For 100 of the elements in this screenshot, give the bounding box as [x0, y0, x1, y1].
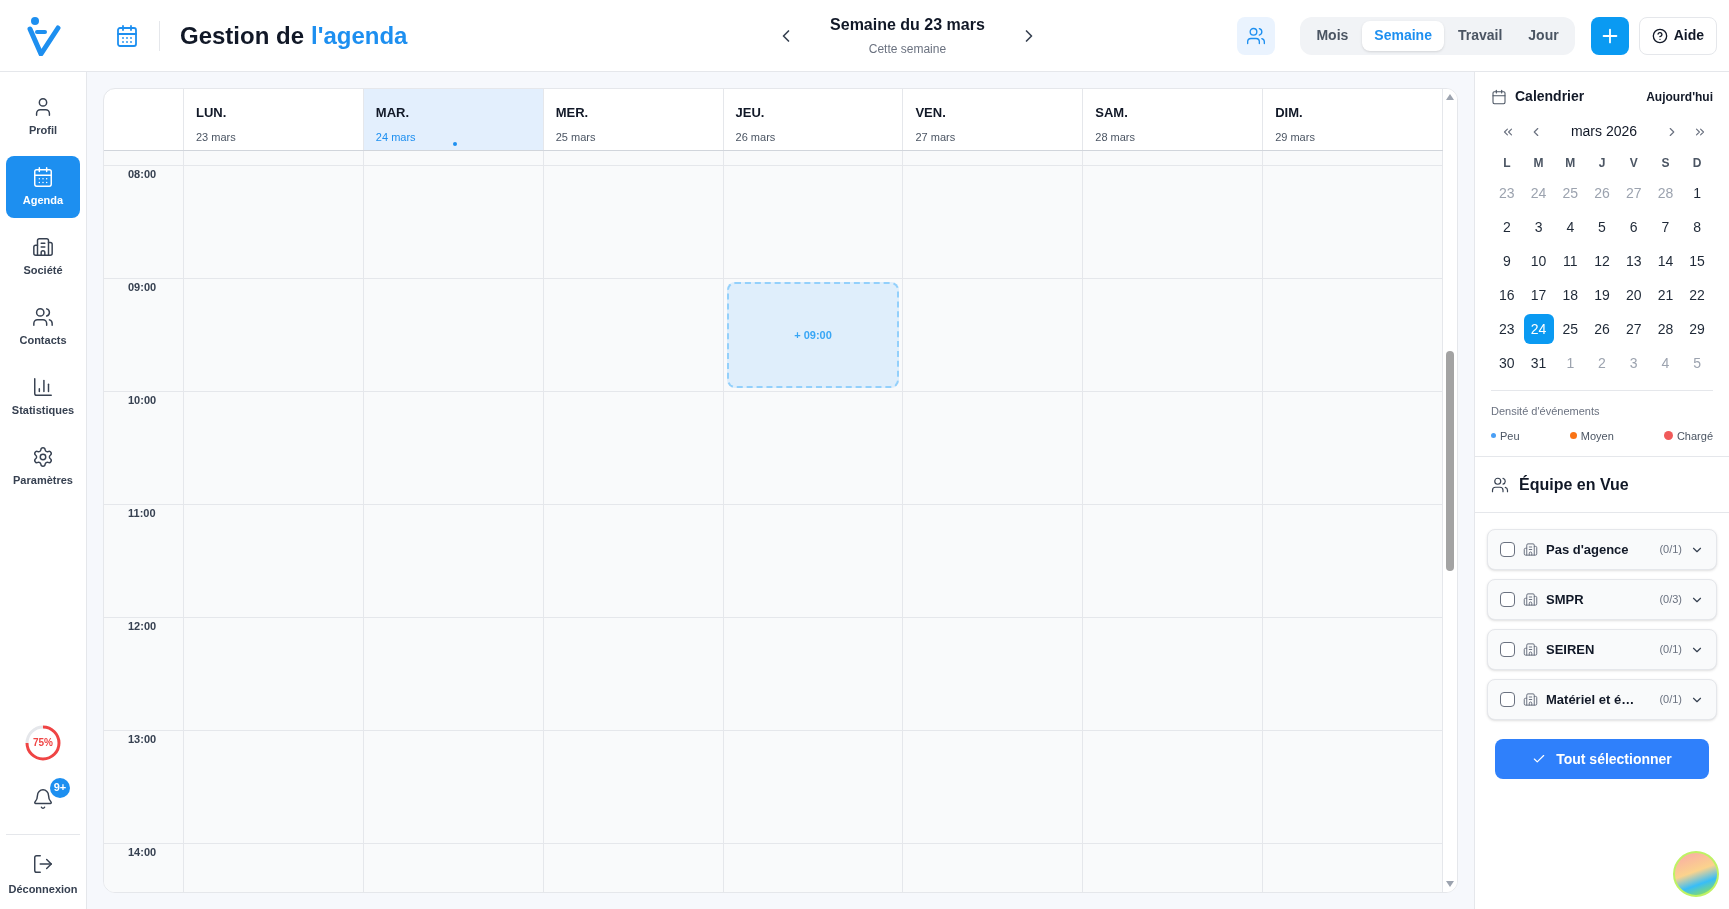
team-view-button[interactable]	[1237, 16, 1276, 55]
group-count: (0/3)	[1659, 592, 1682, 608]
scrollbar[interactable]	[1443, 89, 1457, 892]
checkbox[interactable]	[1500, 692, 1515, 707]
calendar-icon	[1491, 88, 1507, 105]
day-header[interactable]: SAM. 28 mars	[1083, 89, 1264, 150]
sidebar-item[interactable]: Contacts	[6, 296, 80, 358]
page-title: Gestion de	[180, 20, 305, 51]
date-cell[interactable]: 21	[1650, 280, 1681, 310]
view-tab[interactable]: Jour	[1516, 20, 1571, 51]
mini-calendar-title: Calendrier	[1515, 87, 1585, 106]
building-icon	[32, 235, 54, 258]
building-icon	[1523, 542, 1538, 557]
date-cell[interactable]: 4	[1555, 212, 1586, 242]
hour-label: 11:00	[128, 507, 156, 519]
select-all-button[interactable]: Tout sélectionner	[1495, 739, 1709, 779]
group-count: (0/1)	[1659, 692, 1682, 708]
date-cell[interactable]: 17	[1523, 280, 1554, 310]
team-group[interactable]: SMPR (0/3)	[1487, 579, 1717, 620]
page-title-highlight: l'agenda	[311, 20, 408, 51]
calendar-icon	[115, 23, 139, 48]
date-cell[interactable]: 2	[1491, 212, 1522, 242]
scroll-down-icon[interactable]	[1445, 880, 1455, 888]
date-cell[interactable]: 20	[1618, 280, 1649, 310]
group-count: (0/1)	[1659, 642, 1682, 658]
today-button[interactable]: Aujourd'hui	[1646, 87, 1713, 106]
team-title: Équipe en Vue	[1519, 474, 1629, 495]
weekday-label: L	[1502, 155, 1512, 172]
date-cell[interactable]: 22	[1682, 280, 1713, 310]
sidebar-item[interactable]: Statistiques	[6, 366, 80, 428]
date-cell[interactable]: 13	[1618, 246, 1649, 276]
progress-label: 75%	[32, 736, 54, 750]
weekday-label: S	[1660, 155, 1671, 172]
date-cell[interactable]: 26	[1587, 314, 1617, 344]
day-name: VEN.	[915, 104, 946, 122]
day-date: 24 mars	[375, 129, 416, 145]
notification-bell-icon[interactable]	[32, 787, 54, 810]
date-cell[interactable]: 14	[1650, 246, 1681, 276]
day-date: 25 mars	[555, 129, 596, 145]
date-cell[interactable]: 11	[1555, 246, 1586, 276]
checkbox[interactable]	[1500, 542, 1515, 557]
day-header[interactable]: MAR. 24 mars	[363, 89, 544, 150]
team-group[interactable]: Pas d'agence (0/1)	[1487, 529, 1717, 570]
date-cell[interactable]: 7	[1650, 212, 1681, 242]
sidebar-item[interactable]: Profil	[6, 86, 80, 148]
building-icon	[1523, 592, 1538, 607]
week-title: Semaine du 23 mars	[830, 15, 985, 35]
help-button[interactable]: Aide	[1638, 16, 1717, 55]
density-label: Moyen	[1580, 428, 1614, 444]
team-group[interactable]: SEIREN (0/1)	[1487, 629, 1717, 670]
bar-chart-icon	[32, 375, 54, 398]
day-header[interactable]: JEU. 26 mars	[723, 89, 904, 150]
view-tab[interactable]: Travail	[1445, 20, 1515, 51]
date-cell[interactable]: 27	[1618, 314, 1649, 344]
add-button[interactable]	[1590, 16, 1629, 55]
day-header[interactable]: LUN. 23 mars	[184, 89, 364, 150]
week-subtitle: Cette semaine	[868, 41, 947, 58]
group-name: SMPR	[1546, 590, 1585, 609]
team-group[interactable]: Matériel et é… (0/1)	[1487, 679, 1717, 720]
checkbox[interactable]	[1500, 642, 1515, 657]
date-cell[interactable]: 1	[1682, 178, 1713, 208]
date-cell[interactable]: 10	[1523, 246, 1554, 276]
view-tab[interactable]: Mois	[1304, 20, 1361, 51]
logout-button[interactable]: Déconnexion	[8, 852, 78, 897]
day-name: MER.	[555, 104, 589, 122]
day-date: 23 mars	[196, 129, 236, 145]
sidebar-item[interactable]: Paramètres	[6, 436, 80, 498]
density-title: Densité d'événements	[1491, 404, 1601, 419]
date-cell[interactable]: 6	[1618, 212, 1649, 242]
scroll-up-icon[interactable]	[1445, 93, 1455, 101]
logo-icon[interactable]	[26, 15, 61, 56]
day-header[interactable]: MER. 25 mars	[543, 89, 724, 150]
checkbox[interactable]	[1500, 592, 1515, 607]
date-cell[interactable]: 31	[1523, 348, 1554, 378]
date-cell[interactable]: 8	[1682, 212, 1713, 242]
date-cell[interactable]: 19	[1587, 280, 1617, 310]
group-name: Matériel et é…	[1546, 690, 1636, 709]
users-icon	[1491, 475, 1509, 494]
calendar-icon	[32, 165, 54, 188]
day-header[interactable]: VEN. 27 mars	[903, 89, 1084, 150]
sidebar-item[interactable]: Société	[6, 226, 80, 288]
date-cell[interactable]: 12	[1587, 246, 1617, 276]
notification-badge: 9+	[50, 777, 70, 798]
date-cell[interactable]: 16	[1491, 280, 1522, 310]
date-cell[interactable]: 5	[1587, 212, 1617, 242]
date-cell[interactable]: 3	[1523, 212, 1554, 242]
date-cell[interactable]: 29	[1682, 314, 1713, 344]
group-name: Pas d'agence	[1546, 540, 1630, 559]
date-cell[interactable]: 25	[1555, 314, 1586, 344]
date-cell[interactable]: 9	[1491, 246, 1522, 276]
weekday-label: M	[1564, 155, 1577, 172]
date-cell[interactable]: 23	[1491, 314, 1522, 344]
date-cell[interactable]: 28	[1650, 314, 1681, 344]
date-cell[interactable]: 30	[1491, 348, 1522, 378]
help-icon	[1651, 27, 1668, 44]
group-name: SEIREN	[1546, 640, 1596, 659]
date-cell[interactable]: 18	[1555, 280, 1586, 310]
scrollbar-thumb[interactable]	[1446, 351, 1454, 571]
weekday-label: V	[1628, 155, 1639, 172]
date-cell[interactable]: 15	[1682, 246, 1713, 276]
